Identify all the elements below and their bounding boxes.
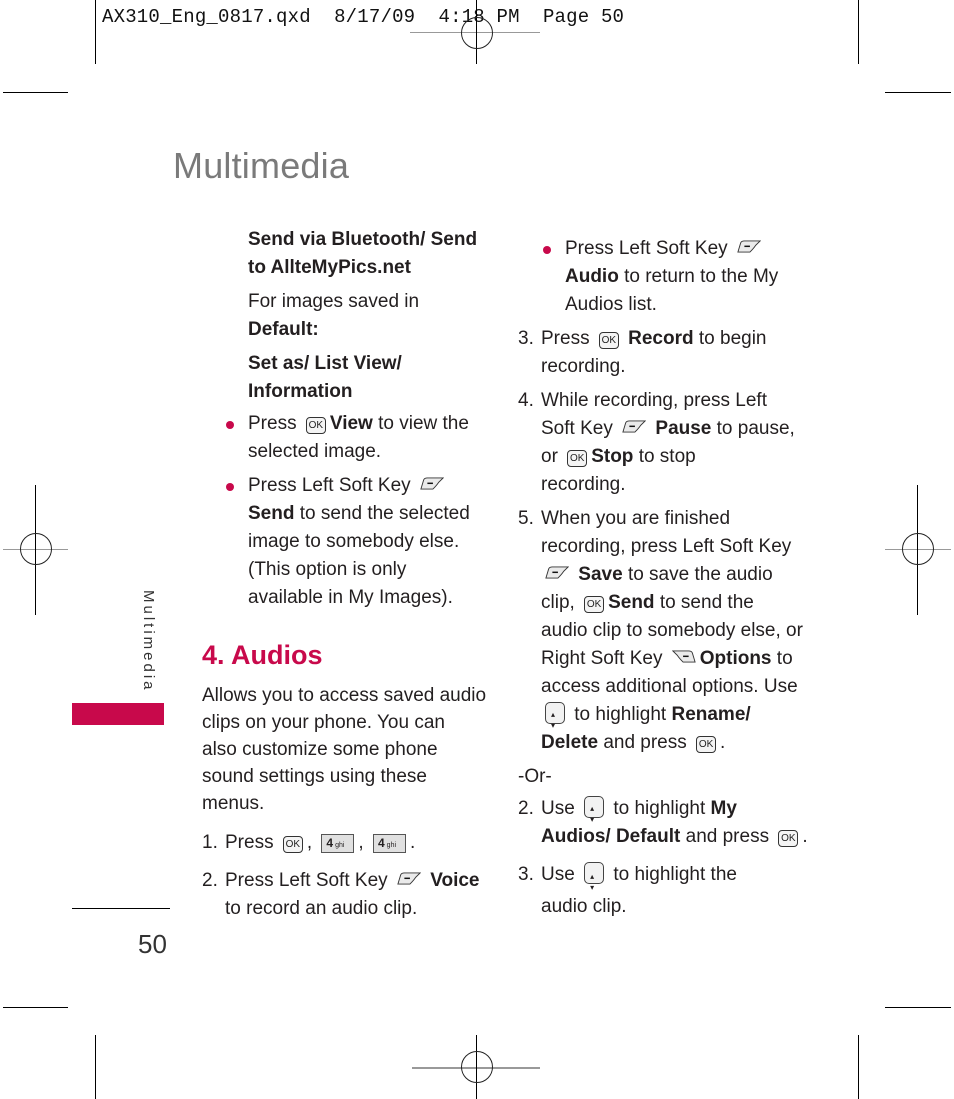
navigation-key-icon xyxy=(584,795,605,834)
left-soft-key-icon xyxy=(397,872,421,885)
right-soft-key-icon xyxy=(672,650,696,663)
ok-key-icon: OK xyxy=(282,836,303,853)
audios-steps: 1. Press OK, 4 ghi, 4 ghi. 2. Press Left Sof… xyxy=(202,829,492,923)
footer-rule xyxy=(72,908,170,909)
menu-option-setas: Set as/ List View/Information xyxy=(248,353,402,402)
audios-intro: Allows you to access saved audio clips on… xyxy=(202,685,487,814)
right-column: Press Left Soft Key Audio to return to t… xyxy=(518,235,808,923)
step-3: 3. Press OK Record to begin recording. xyxy=(518,328,767,377)
crop-mark xyxy=(95,1035,96,1099)
sidebar-section-label: Multimedia xyxy=(140,590,157,693)
ok-key-icon: OK xyxy=(305,417,326,434)
crop-mark xyxy=(885,1007,951,1008)
left-bullets: Press OK View to view the selected image. … xyxy=(224,410,494,612)
crop-mark xyxy=(858,1035,859,1099)
slug-date: 8/17/09 xyxy=(334,6,416,28)
navigation-key-icon xyxy=(545,701,565,740)
step-4: 4. While recording, press Left Soft Key Pa… xyxy=(518,390,795,495)
section-tab-marker xyxy=(72,703,164,725)
step-2: 2. Press Left Soft Key Voice to record an … xyxy=(202,870,480,919)
print-slug: AX310_Eng_0817.qxd 8/17/09 4:18 PM Page … xyxy=(102,6,624,28)
step-5: 5. When you are finished recording, press … xyxy=(518,505,808,757)
left-soft-key-icon xyxy=(545,566,569,579)
alt-step-3: 3.Use to highlight theaudio clip. xyxy=(518,859,808,923)
ok-key-icon: OK xyxy=(584,596,605,613)
bullet-send: Press Left Soft Key Send to send the sel… xyxy=(224,472,494,612)
bullet-dot xyxy=(226,421,234,429)
navigation-key-icon xyxy=(584,861,605,904)
bullet-dot xyxy=(543,246,551,254)
section-heading-audios: 4. Audios xyxy=(202,640,323,670)
ok-key-icon: OK xyxy=(696,736,717,753)
left-soft-key-icon xyxy=(622,420,646,433)
crop-mark xyxy=(3,1007,68,1008)
crop-mark xyxy=(3,92,68,93)
page-number: 50 xyxy=(138,929,167,959)
crop-mark xyxy=(95,0,96,64)
ok-key-icon: OK xyxy=(778,830,799,847)
left-soft-key-icon xyxy=(420,477,444,490)
bullet-view: Press OK View to view the selected image. xyxy=(224,410,494,466)
slug-page: Page 50 xyxy=(542,6,625,28)
left-column: Send via Bluetooth/ Send to AllteMyPics.n… xyxy=(248,226,488,406)
slug-file: AX310_Eng_0817.qxd xyxy=(102,6,311,28)
key-4-ghi-icon: 4 ghi xyxy=(372,834,406,853)
crop-mark xyxy=(858,0,859,64)
bullet-dot xyxy=(226,483,234,491)
ok-key-icon: OK xyxy=(567,450,588,467)
key-4-ghi-icon: 4 ghi xyxy=(321,834,355,853)
or-separator: -Or- xyxy=(518,766,552,787)
menu-option-send: Send via Bluetooth/ Send to AllteMyPics.n… xyxy=(248,229,478,278)
alt-step-2: 2.Use to highlight MyAudios/ Default and… xyxy=(518,795,808,851)
ok-key-icon: OK xyxy=(598,332,619,349)
crop-mark xyxy=(885,92,951,93)
page-title: Multimedia xyxy=(173,145,350,186)
default-intro: For images saved in Default: xyxy=(248,291,420,340)
bullet-audio: Press Left Soft Key Audio to return to t… xyxy=(541,235,808,319)
step-1: 1. Press OK, 4 ghi, 4 ghi. xyxy=(202,832,416,853)
left-soft-key-icon xyxy=(737,240,761,253)
